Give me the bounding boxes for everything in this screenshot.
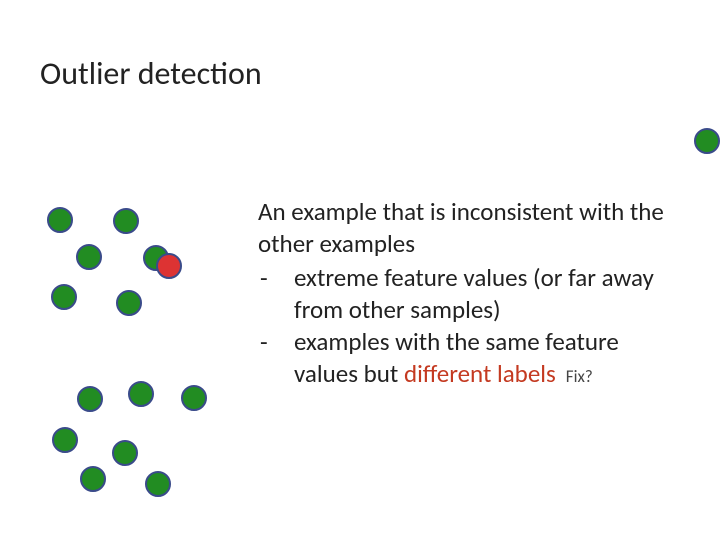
data-dot [116, 290, 142, 316]
data-dot [47, 207, 73, 233]
bullet-2: - examples with the same feature values … [258, 326, 668, 390]
data-dot [113, 208, 139, 234]
data-dot [128, 381, 154, 407]
lead-text: An example that is inconsistent with the… [258, 196, 668, 260]
data-dot [80, 466, 106, 492]
data-dot [51, 284, 77, 310]
data-dot [52, 427, 78, 453]
bullet-2-small: Fix? [566, 366, 593, 388]
page-title: Outlier detection [40, 54, 262, 93]
bullet-1-text: extreme feature values (or far away from… [294, 262, 654, 325]
data-dot [77, 386, 103, 412]
data-dot [143, 245, 169, 271]
data-dot [76, 244, 102, 270]
data-dot [694, 128, 720, 154]
data-dot [145, 471, 171, 497]
bullet-1: - extreme feature values (or far away fr… [258, 262, 668, 326]
body-text: An example that is inconsistent with the… [258, 196, 668, 390]
data-dot [181, 385, 207, 411]
outlier-dot [156, 253, 182, 279]
bullet-2-accent: different labels [404, 358, 556, 389]
data-dot [112, 440, 138, 466]
